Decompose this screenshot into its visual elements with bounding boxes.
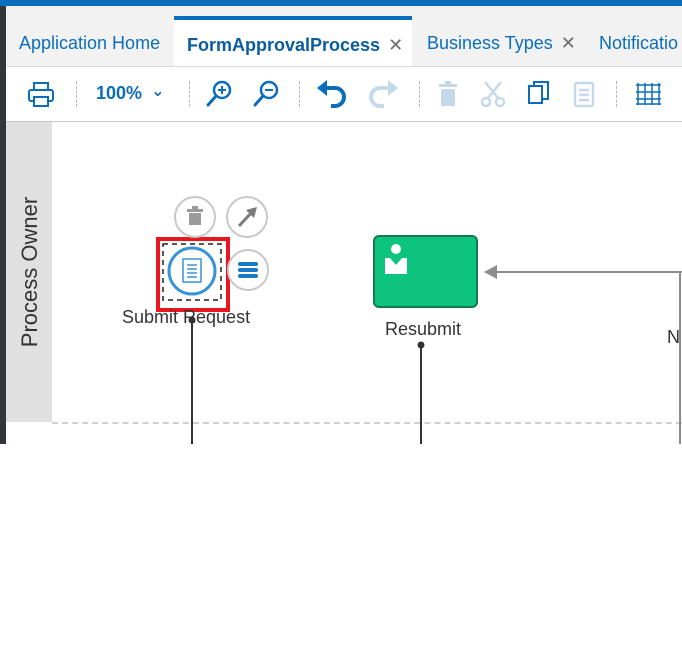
connector-dot xyxy=(417,341,425,349)
start-node[interactable] xyxy=(167,246,217,296)
trash-icon[interactable] xyxy=(174,196,216,238)
submit-request-label: Submit Request xyxy=(122,307,251,327)
flow-label-partial: N xyxy=(667,327,680,347)
resubmit-label: Resubmit xyxy=(385,319,462,339)
properties-icon[interactable] xyxy=(227,249,269,291)
diagram-graphics xyxy=(156,196,682,444)
arrowhead xyxy=(484,265,497,279)
connect-arrow-icon[interactable] xyxy=(226,196,268,238)
